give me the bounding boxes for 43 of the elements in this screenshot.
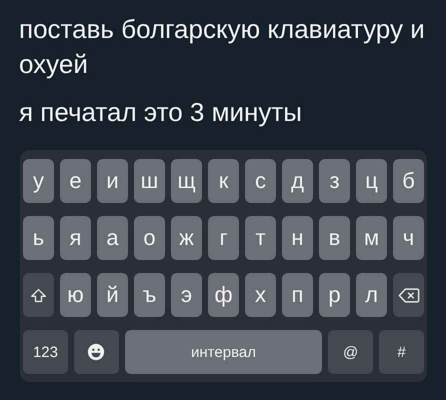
letter-key[interactable]: й — [97, 273, 128, 317]
letter-key[interactable]: с — [245, 159, 276, 203]
symbol-key[interactable]: # — [379, 330, 424, 374]
letter-key[interactable]: н — [282, 216, 313, 260]
letter-key[interactable]: д — [282, 159, 313, 203]
smiley-icon — [87, 343, 106, 361]
letter-key[interactable]: ф — [208, 273, 239, 317]
shift-icon — [30, 286, 47, 304]
letter-key[interactable]: ц — [356, 159, 387, 203]
letter-key[interactable]: м — [356, 216, 387, 260]
numbers-key[interactable]: 123 — [23, 330, 68, 374]
letter-key[interactable]: л — [356, 273, 387, 317]
backspace-key[interactable] — [393, 273, 424, 317]
symbol-key[interactable]: @ — [328, 330, 374, 374]
letter-key[interactable]: щ — [171, 159, 202, 203]
letter-key[interactable]: б — [393, 159, 424, 203]
letter-key[interactable]: я — [60, 216, 91, 260]
letter-key[interactable]: ш — [134, 159, 165, 203]
shift-key[interactable] — [23, 273, 54, 317]
letter-key[interactable]: р — [319, 273, 350, 317]
space-key[interactable]: интервал — [124, 330, 322, 374]
backspace-icon — [398, 286, 420, 304]
letter-key[interactable]: ч — [393, 216, 424, 260]
letter-key[interactable]: т — [245, 216, 276, 260]
letter-key[interactable]: ъ — [134, 273, 165, 317]
letter-key[interactable]: х — [245, 273, 276, 317]
letter-key[interactable]: о — [134, 216, 165, 260]
letter-key[interactable]: п — [282, 273, 313, 317]
emoji-key[interactable] — [74, 330, 119, 374]
letter-key[interactable]: г — [208, 216, 239, 260]
letter-key[interactable]: е — [60, 159, 91, 203]
letter-key[interactable]: э — [171, 273, 202, 317]
letter-key[interactable]: к — [208, 159, 239, 203]
letter-key[interactable]: и — [97, 159, 128, 203]
letter-key[interactable]: ж — [171, 216, 202, 260]
letter-key[interactable]: а — [97, 216, 128, 260]
letter-key[interactable]: в — [319, 216, 350, 260]
letter-key[interactable]: з — [319, 159, 350, 203]
letter-key[interactable]: у — [23, 159, 54, 203]
letter-key[interactable]: ю — [60, 273, 91, 317]
letter-key[interactable]: ь — [23, 216, 54, 260]
post-text: я печатал это 3 минуты — [19, 96, 303, 129]
post-text: поставь болгарскую клавиатуру и охуей — [19, 13, 426, 81]
